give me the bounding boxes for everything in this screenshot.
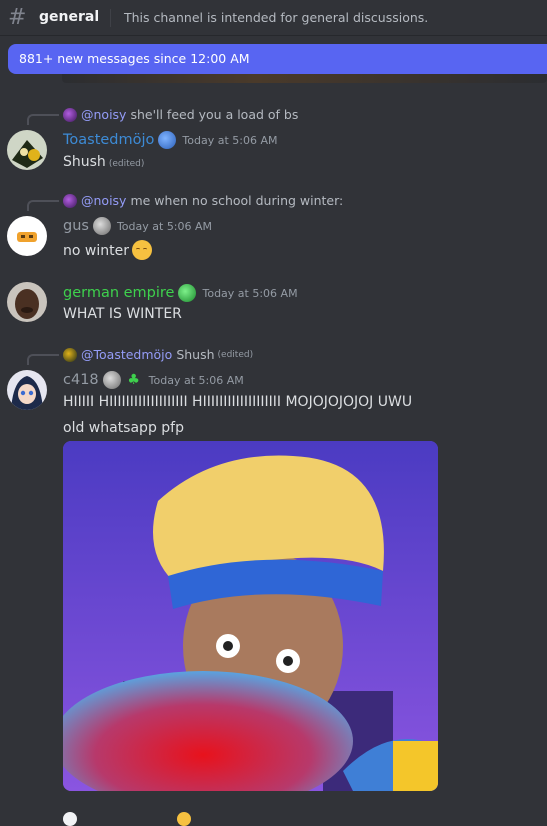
message-text: Shush: [63, 154, 106, 170]
reply-mention[interactable]: @noisy: [81, 107, 126, 122]
author-line: Toastedmöjo Today at 5:06 AM: [63, 131, 278, 149]
next-message-preview: [63, 812, 191, 826]
message-content: old whatsapp pfp: [63, 420, 184, 436]
message-content: HIIIII HIIIIIIIIIIIIIIIIIII HIIIIIIIIIII…: [63, 394, 412, 410]
message-content: Shush (edited): [63, 154, 144, 170]
author-line: gus Today at 5:06 AM: [63, 217, 212, 235]
message-content: WHAT IS WINTER: [63, 306, 182, 322]
timestamp[interactable]: Today at 5:06 AM: [117, 220, 212, 233]
reply-text: she'll feed you a load of bs: [130, 107, 299, 122]
role-icon: [158, 131, 177, 149]
emoji-icon: [177, 812, 191, 826]
image-attachment[interactable]: [63, 441, 438, 791]
author-name[interactable]: german empire: [63, 285, 174, 301]
previous-image-edge: [62, 74, 547, 83]
reply-avatar: [63, 193, 77, 208]
author-line: german empire Today at 5:06 AM: [63, 284, 298, 302]
timestamp[interactable]: Today at 5:06 AM: [182, 134, 277, 147]
reply-avatar: [63, 107, 77, 122]
message-text: WHAT IS WINTER: [63, 306, 182, 322]
role-icon: [178, 284, 197, 302]
avatar[interactable]: [7, 370, 47, 410]
avatar[interactable]: [7, 216, 47, 256]
reply-avatar: [63, 347, 77, 362]
author-name[interactable]: c418: [63, 372, 99, 388]
reply-connector: [27, 354, 59, 365]
channel-topic[interactable]: This channel is intended for general dis…: [124, 10, 428, 25]
reply-preview[interactable]: @noisy me when no school during winter:: [63, 193, 343, 208]
role-icon: [102, 371, 121, 389]
avatar[interactable]: [7, 282, 47, 322]
header-divider: [110, 9, 111, 27]
author-name[interactable]: gus: [63, 218, 89, 234]
timestamp[interactable]: Today at 5:06 AM: [202, 287, 297, 300]
hashtag-icon: #: [8, 5, 27, 30]
reply-text: me when no school during winter:: [130, 193, 344, 208]
reply-connector: [27, 114, 59, 125]
channel-header: # general This channel is intended for g…: [0, 0, 547, 36]
message-text: no winter: [63, 243, 129, 259]
avatar[interactable]: [7, 130, 47, 170]
reply-preview[interactable]: @Toastedmöjo Shush (edited): [63, 347, 253, 362]
new-messages-bar[interactable]: 881+ new messages since 12:00 AM: [8, 44, 547, 74]
message-text: HIIIII HIIIIIIIIIIIIIIIIIII HIIIIIIIIIII…: [63, 394, 413, 410]
message-content: no winter: [63, 240, 152, 260]
reply-avatar: [63, 812, 77, 826]
channel-name[interactable]: general: [39, 9, 99, 25]
message-text: old whatsapp pfp: [63, 420, 184, 436]
reply-connector: [27, 200, 59, 211]
reply-text: Shush: [176, 347, 215, 362]
timestamp[interactable]: Today at 5:06 AM: [149, 374, 244, 387]
sprout-icon: ♣: [127, 372, 140, 388]
author-name[interactable]: Toastedmöjo: [63, 132, 154, 148]
role-icon: [92, 217, 111, 235]
author-line: c418 ♣ Today at 5:06 AM: [63, 371, 244, 389]
edited-label: (edited): [108, 159, 145, 169]
reply-mention[interactable]: @Toastedmöjo: [81, 347, 172, 362]
pensive-face-icon: [131, 240, 152, 260]
reply-mention[interactable]: @noisy: [81, 193, 126, 208]
reply-preview[interactable]: @noisy she'll feed you a load of bs: [63, 107, 298, 122]
new-messages-label: 881+ new messages since 12:00 AM: [19, 51, 250, 66]
reply-edited-label: (edited): [217, 349, 254, 360]
